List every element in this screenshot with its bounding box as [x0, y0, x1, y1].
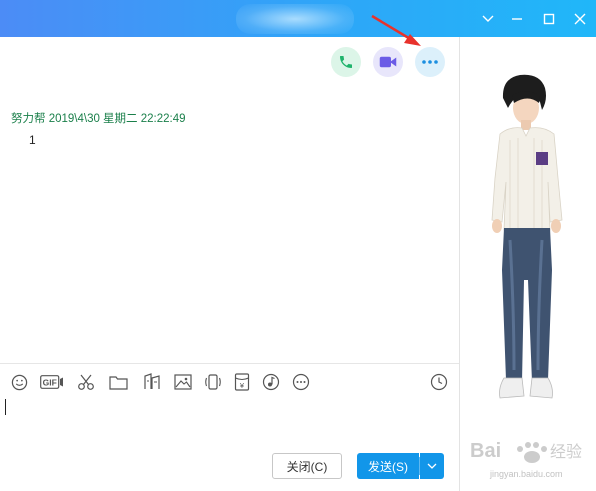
screenshot-scissors-icon[interactable] [76, 372, 96, 392]
history-clock-icon[interactable] [429, 372, 449, 392]
more-actions-button[interactable] [415, 47, 445, 77]
input-divider [0, 363, 459, 364]
sidebar-divider [459, 37, 460, 491]
avatar-show-character [491, 74, 563, 399]
baidu-jingyan-watermark: Bai 经验 jingyan.baidu.com [470, 440, 582, 479]
music-icon[interactable] [261, 372, 281, 392]
svg-text:¥: ¥ [240, 381, 245, 390]
more-icon [422, 60, 438, 64]
folder-icon[interactable] [108, 372, 128, 392]
message-sender-timestamp: 努力帮 2019\4\30 星期二 22:22:49 [11, 113, 186, 125]
maximize-icon[interactable] [538, 8, 560, 30]
title-bar [0, 0, 596, 37]
svg-text:GIF: GIF [43, 378, 57, 388]
phone-icon [340, 56, 352, 68]
close-button[interactable]: 关闭(C) [272, 453, 342, 479]
svg-text:Bai: Bai [470, 440, 501, 462]
minimize-icon[interactable] [506, 8, 528, 30]
shake-icon[interactable] [203, 372, 223, 392]
blurred-contact-name [236, 4, 354, 34]
close-icon[interactable] [569, 8, 591, 30]
send-button[interactable]: 发送(S) [357, 453, 419, 479]
voice-call-button[interactable] [331, 47, 361, 77]
svg-text:经验: 经验 [550, 443, 582, 461]
video-call-button[interactable] [373, 47, 403, 77]
chevron-down-icon[interactable] [477, 8, 499, 30]
message-input[interactable] [0, 395, 459, 445]
send-options-button[interactable] [420, 453, 444, 479]
video-icon [379, 56, 397, 68]
svg-text:jingyan.baidu.com: jingyan.baidu.com [489, 469, 563, 479]
message-text: 1 [29, 133, 36, 147]
chevron-down-icon [427, 463, 437, 469]
gif-icon[interactable]: GIF [40, 372, 64, 392]
image-icon[interactable] [173, 372, 193, 392]
chat-history-area [0, 37, 460, 363]
text-cursor [5, 399, 6, 415]
font-style-icon[interactable] [141, 372, 161, 392]
toolbar-more-icon[interactable] [291, 372, 311, 392]
red-packet-icon[interactable]: ¥ [232, 372, 252, 392]
emoji-icon[interactable] [9, 372, 29, 392]
